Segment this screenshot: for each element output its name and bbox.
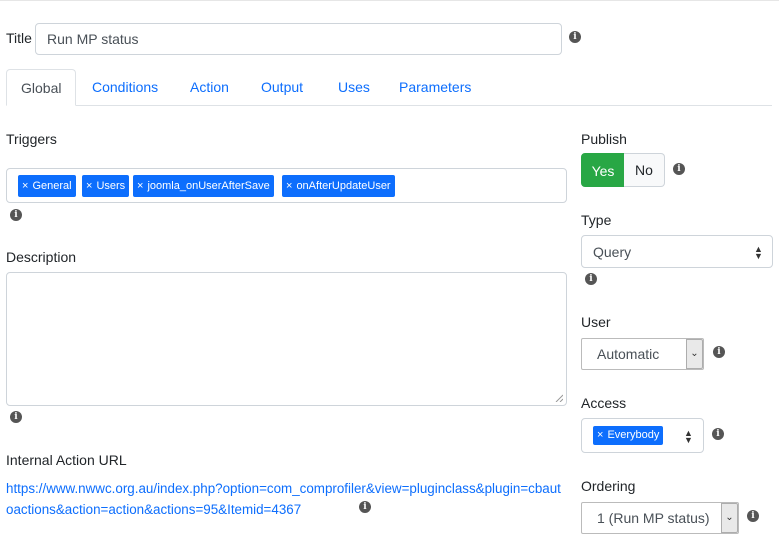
internal-url-link[interactable]: https://www.nwwc.org.au/index.php?option… [6,478,566,520]
ordering-label: Ordering [581,478,636,494]
title-label: Title [6,30,32,46]
tab-action[interactable]: Action [190,69,229,106]
description-label: Description [6,249,77,265]
chevron-down-icon[interactable]: ⌄ [686,339,703,369]
ordering-select[interactable]: 1 (Run MP status) ⌄ [581,502,739,534]
tab-uses[interactable]: Uses [338,69,370,106]
select-updown-icon: ▲ ▼ [754,244,763,261]
publish-no-button[interactable]: No [624,153,665,187]
tab-output[interactable]: Output [261,69,303,106]
ordering-select-value: 1 (Run MP status) [597,510,710,526]
trigger-tag[interactable]: × Users [82,175,130,197]
triggers-info-icon[interactable]: i [10,209,22,221]
internal-url-info-icon[interactable]: i [359,501,371,513]
trigger-tag[interactable]: × joomla_onUserAfterSave [133,175,274,197]
description-info-icon[interactable]: i [10,411,22,423]
access-tag-select[interactable]: × Everybody ▲ ▼ [581,418,704,453]
tag-remove-icon[interactable]: × [22,180,28,192]
tab-global[interactable]: Global [6,69,77,106]
ordering-info-icon[interactable]: i [747,510,759,522]
access-label: Access [581,395,627,411]
description-textarea[interactable] [6,272,567,406]
title-input[interactable]: Run MP status [35,23,562,55]
title-input-value: Run MP status [47,31,139,47]
triggers-tag-input[interactable]: × General × Users × joomla_onUserAfterSave … [6,168,567,203]
publish-info-icon[interactable]: i [673,163,685,175]
access-tag[interactable]: × Everybody [593,426,664,445]
trigger-tag[interactable]: × onAfterUpdateUser [282,175,395,197]
tab-conditions[interactable]: Conditions [92,69,158,106]
type-select[interactable]: Query ▲ ▼ [581,235,773,268]
publish-label: Publish [581,131,627,147]
tab-parameters[interactable]: Parameters [399,69,471,106]
title-info-icon[interactable]: i [569,31,581,43]
internal-url-label: Internal Action URL [6,452,127,468]
triggers-label: Triggers [6,131,57,147]
publish-yes-button[interactable]: Yes [581,153,625,187]
tag-remove-icon[interactable]: × [137,180,143,192]
tag-remove-icon[interactable]: × [286,180,292,192]
type-label: Type [581,212,612,228]
tag-remove-icon[interactable]: × [86,180,92,192]
access-info-icon[interactable]: i [712,428,724,440]
user-label: User [581,314,611,330]
type-select-value: Query [593,244,632,260]
select-updown-icon: ▲ ▼ [684,428,693,445]
trigger-tag[interactable]: × General [18,175,76,197]
resize-handle-icon[interactable] [555,394,563,402]
type-info-icon[interactable]: i [585,273,597,285]
user-select[interactable]: Automatic ⌄ [581,338,704,370]
user-info-icon[interactable]: i [713,346,725,358]
user-select-value: Automatic [597,346,660,362]
tab-bar: Global Conditions Action Output Uses Par… [6,69,772,106]
tag-remove-icon[interactable]: × [597,429,603,441]
top-divider [0,0,779,1]
chevron-down-icon[interactable]: ⌄ [721,503,738,533]
